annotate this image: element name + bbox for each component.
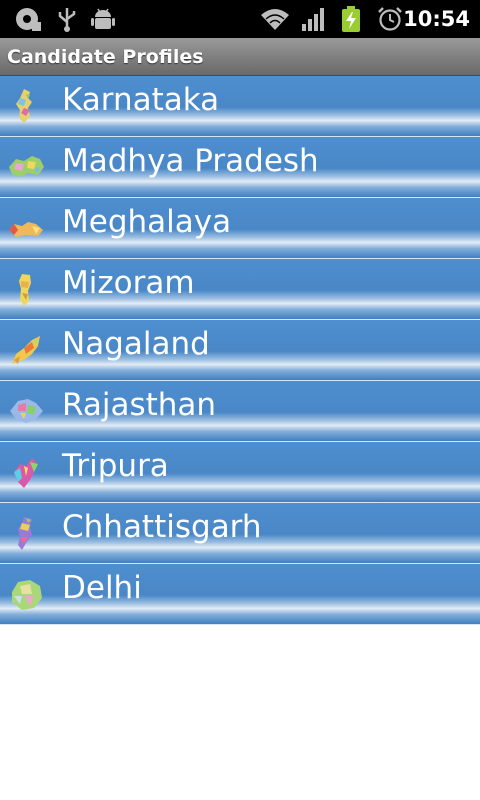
mizoram-map-icon [19, 274, 31, 306]
madhya-pradesh-map-icon [9, 156, 44, 177]
status-bar: 10:54 [0, 0, 480, 38]
page-title: Candidate Profiles [7, 46, 204, 68]
title-bar: Candidate Profiles [0, 38, 480, 76]
signal-icon [302, 8, 324, 31]
list-item-label: Delhi [62, 570, 142, 606]
delhi-map-icon [12, 580, 42, 610]
android-debug-icon [91, 8, 115, 29]
sd-card-icon [16, 8, 41, 31]
list-item-label: Karnataka [62, 82, 220, 118]
alarm-icon [378, 7, 402, 31]
list-item-mizoram[interactable]: Mizoram [0, 259, 480, 320]
wifi-icon [261, 9, 289, 30]
clock-time: 10:54 [403, 7, 470, 31]
list-item-label: Nagaland [62, 326, 210, 362]
list-item-rajasthan[interactable]: Rajasthan [0, 381, 480, 442]
list-item-karnataka[interactable]: Karnataka [0, 76, 480, 137]
rajasthan-map-icon [10, 399, 43, 423]
list-item-label: Rajasthan [62, 387, 217, 423]
list-item-chhattisgarh[interactable]: Chhattisgarh [0, 503, 480, 564]
nagaland-map-icon [12, 336, 40, 364]
list-item-madhya-pradesh[interactable]: Madhya Pradesh [0, 137, 480, 198]
karnataka-map-icon [16, 89, 32, 123]
battery-charging-icon [342, 6, 360, 32]
list-item-label: Madhya Pradesh [62, 143, 319, 179]
chhattisgarh-map-icon [18, 517, 32, 550]
list-item-delhi[interactable]: Delhi [0, 564, 480, 625]
list-item-label: Tripura [62, 448, 169, 484]
list-item-meghalaya[interactable]: Meghalaya [0, 198, 480, 259]
list-item-label: Chhattisgarh [62, 509, 262, 545]
list-item-label: Meghalaya [62, 204, 232, 240]
usb-icon [58, 8, 76, 32]
meghalaya-map-icon [9, 222, 43, 237]
list-item-tripura[interactable]: Tripura [0, 442, 480, 503]
state-list: Karnataka Madhya Pradesh Meghalaya Mizor… [0, 76, 480, 625]
list-item-nagaland[interactable]: Nagaland [0, 320, 480, 381]
tripura-map-icon [14, 458, 38, 488]
list-item-label: Mizoram [62, 265, 195, 301]
